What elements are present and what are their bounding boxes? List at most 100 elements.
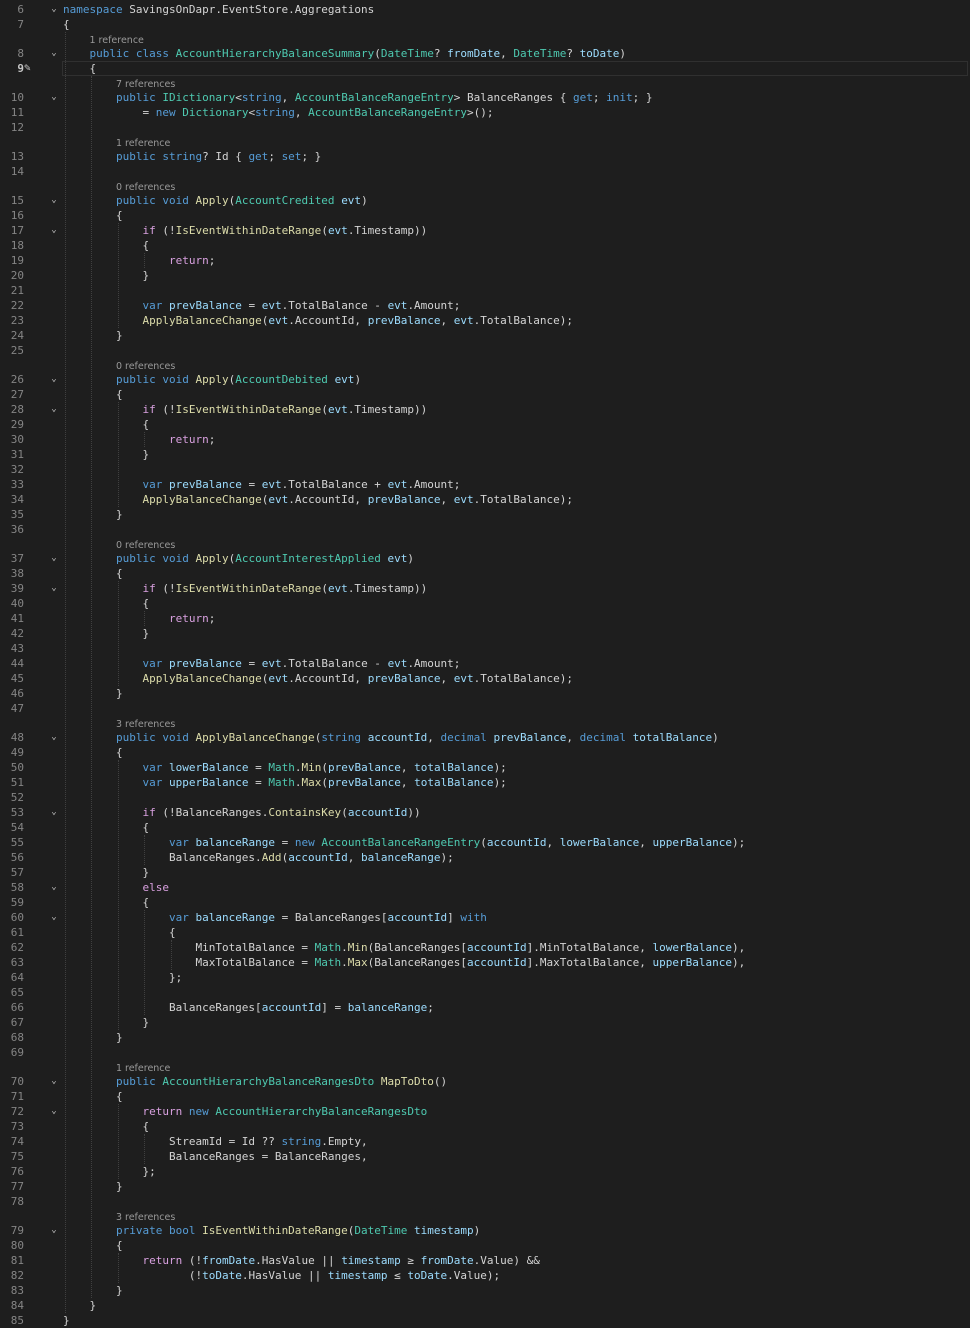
code-line[interactable]: 36 — [0, 522, 970, 537]
chevron-down-icon[interactable]: ⌄ — [48, 90, 60, 105]
chevron-down-icon[interactable]: ⌄ — [48, 805, 60, 820]
code-line[interactable]: 84 } — [0, 1298, 970, 1313]
code-line[interactable]: 67 } — [0, 1015, 970, 1030]
code-line[interactable]: 32 — [0, 462, 970, 477]
code-line[interactable]: 23 ApplyBalanceChange(evt.AccountId, pre… — [0, 313, 970, 328]
code-line[interactable]: 31 } — [0, 447, 970, 462]
code-line[interactable]: 9 { — [0, 61, 970, 76]
code-line[interactable]: 51 var upperBalance = Math.Max(prevBalan… — [0, 775, 970, 790]
code-line[interactable]: 35 } — [0, 507, 970, 522]
code-line[interactable]: 17 ⌄ if (!IsEventWithinDateRange(evt.Time… — [0, 223, 970, 238]
code-line[interactable]: 64 }; — [0, 970, 970, 985]
chevron-down-icon[interactable]: ⌄ — [48, 730, 60, 745]
code-line[interactable]: 74 StreamId = Id ?? string.Empty, — [0, 1134, 970, 1149]
code-line[interactable]: 18 { — [0, 238, 970, 253]
code-line[interactable]: 29 { — [0, 417, 970, 432]
code-line[interactable]: 52 — [0, 790, 970, 805]
code-line[interactable]: 27 { — [0, 387, 970, 402]
code-token: evt — [334, 373, 355, 386]
code-line[interactable]: 37 ⌄ public void Apply(AccountInterestApp… — [0, 551, 970, 566]
code-line[interactable]: 8 ⌄ public class AccountHierarchyBalanceS… — [0, 46, 970, 61]
code-line[interactable]: 24 } — [0, 328, 970, 343]
code-line[interactable]: 49 { — [0, 745, 970, 760]
chevron-down-icon[interactable]: ⌄ — [48, 223, 60, 238]
code-line[interactable]: 85} — [0, 1313, 970, 1328]
code-line[interactable]: 41 return; — [0, 611, 970, 626]
code-line[interactable]: 76 }; — [0, 1164, 970, 1179]
code-line[interactable]: 43 — [0, 641, 970, 656]
code-line[interactable]: 40 { — [0, 596, 970, 611]
code-line[interactable]: 62 MinTotalBalance = Math.Min(BalanceRan… — [0, 940, 970, 955]
line-number: 39 — [10, 582, 24, 595]
chevron-down-icon[interactable]: ⌄ — [48, 372, 60, 387]
code-line[interactable]: 70 ⌄ public AccountHierarchyBalanceRanges… — [0, 1074, 970, 1089]
code-line[interactable]: 68 } — [0, 1030, 970, 1045]
code-line[interactable]: 66 BalanceRanges[accountId] = balanceRan… — [0, 1000, 970, 1015]
code-line[interactable]: 80 { — [0, 1238, 970, 1253]
code-line[interactable]: 20 } — [0, 268, 970, 283]
code-line[interactable]: 60 ⌄ var balanceRange = BalanceRanges[acc… — [0, 910, 970, 925]
code-line[interactable]: 65 — [0, 985, 970, 1000]
code-editor[interactable]: ✎ 6 ⌄ namespace SavingsOnDapr.EventStore.A… — [0, 0, 970, 1327]
code-line[interactable]: 59 { — [0, 895, 970, 910]
code-line[interactable]: 45 ApplyBalanceChange(evt.AccountId, pre… — [0, 671, 970, 686]
code-line[interactable]: 82 (!toDate.HasValue || timestamp ≤ toDa… — [0, 1268, 970, 1283]
code-line[interactable]: 30 return; — [0, 432, 970, 447]
chevron-down-icon[interactable]: ⌄ — [48, 581, 60, 596]
chevron-down-icon[interactable]: ⌄ — [48, 1104, 60, 1119]
code-line[interactable]: 63 MaxTotalBalance = Math.Max(BalanceRan… — [0, 955, 970, 970]
code-line[interactable]: 47 — [0, 701, 970, 716]
chevron-down-icon[interactable]: ⌄ — [48, 1223, 60, 1238]
code-line[interactable]: 21 — [0, 283, 970, 298]
code-line[interactable]: 77 } — [0, 1179, 970, 1194]
code-line[interactable]: 75 BalanceRanges = BalanceRanges, — [0, 1149, 970, 1164]
code-line[interactable]: 13 public string? Id { get; set; } — [0, 149, 970, 164]
code-line[interactable]: 71 { — [0, 1089, 970, 1104]
chevron-down-icon[interactable]: ⌄ — [48, 2, 60, 17]
code-line[interactable]: 28 ⌄ if (!IsEventWithinDateRange(evt.Time… — [0, 402, 970, 417]
code-line[interactable]: 38 { — [0, 566, 970, 581]
code-line[interactable]: 12 — [0, 120, 970, 135]
code-line[interactable]: 10 ⌄ public IDictionary<string, AccountBa… — [0, 90, 970, 105]
code-line[interactable]: 69 — [0, 1045, 970, 1060]
code-line[interactable]: 61 { — [0, 925, 970, 940]
code-line[interactable]: 57 } — [0, 865, 970, 880]
code-line[interactable]: 79 ⌄ private bool IsEventWithinDateRange(… — [0, 1223, 970, 1238]
code-line[interactable]: 39 ⌄ if (!IsEventWithinDateRange(evt.Time… — [0, 581, 970, 596]
code-line[interactable]: 83 } — [0, 1283, 970, 1298]
code-line[interactable]: 56 BalanceRanges.Add(accountId, balanceR… — [0, 850, 970, 865]
code-line[interactable]: 19 return; — [0, 253, 970, 268]
code-line[interactable]: 48 ⌄ public void ApplyBalanceChange(strin… — [0, 730, 970, 745]
code-line[interactable]: 81 return (!fromDate.HasValue || timesta… — [0, 1253, 970, 1268]
chevron-down-icon[interactable]: ⌄ — [48, 551, 60, 566]
chevron-down-icon[interactable]: ⌄ — [48, 193, 60, 208]
code-line[interactable]: 15 ⌄ public void Apply(AccountCredited ev… — [0, 193, 970, 208]
code-line[interactable]: 16 { — [0, 208, 970, 223]
code-line[interactable]: 26 ⌄ public void Apply(AccountDebited evt… — [0, 372, 970, 387]
code-line[interactable]: 73 { — [0, 1119, 970, 1134]
code-line[interactable]: 78 — [0, 1194, 970, 1209]
chevron-down-icon[interactable]: ⌄ — [48, 46, 60, 61]
code-line[interactable]: 44 var prevBalance = evt.TotalBalance - … — [0, 656, 970, 671]
chevron-down-icon[interactable]: ⌄ — [48, 910, 60, 925]
code-line[interactable]: 42 } — [0, 626, 970, 641]
code-line[interactable]: 46 } — [0, 686, 970, 701]
code-line[interactable]: 50 var lowerBalance = Math.Min(prevBalan… — [0, 760, 970, 775]
code-line[interactable]: 34 ApplyBalanceChange(evt.AccountId, pre… — [0, 492, 970, 507]
code-line[interactable]: 6 ⌄ namespace SavingsOnDapr.EventStore.Agg… — [0, 2, 970, 17]
code-token: } — [63, 1284, 123, 1297]
code-line[interactable]: 53 ⌄ if (!BalanceRanges.ContainsKey(accou… — [0, 805, 970, 820]
code-line[interactable]: 72 ⌄ return new AccountHierarchyBalanceRa… — [0, 1104, 970, 1119]
code-line[interactable]: 33 var prevBalance = evt.TotalBalance + … — [0, 477, 970, 492]
code-line[interactable]: 55 var balanceRange = new AccountBalance… — [0, 835, 970, 850]
chevron-down-icon[interactable]: ⌄ — [48, 880, 60, 895]
code-line[interactable]: 22 var prevBalance = evt.TotalBalance - … — [0, 298, 970, 313]
code-line[interactable]: 58 ⌄ else — [0, 880, 970, 895]
code-line[interactable]: 11 = new Dictionary<string, AccountBalan… — [0, 105, 970, 120]
chevron-down-icon[interactable]: ⌄ — [48, 402, 60, 417]
code-line[interactable]: 25 — [0, 343, 970, 358]
code-line[interactable]: 14 — [0, 164, 970, 179]
code-line[interactable]: 7{ — [0, 17, 970, 32]
chevron-down-icon[interactable]: ⌄ — [48, 1074, 60, 1089]
code-line[interactable]: 54 { — [0, 820, 970, 835]
